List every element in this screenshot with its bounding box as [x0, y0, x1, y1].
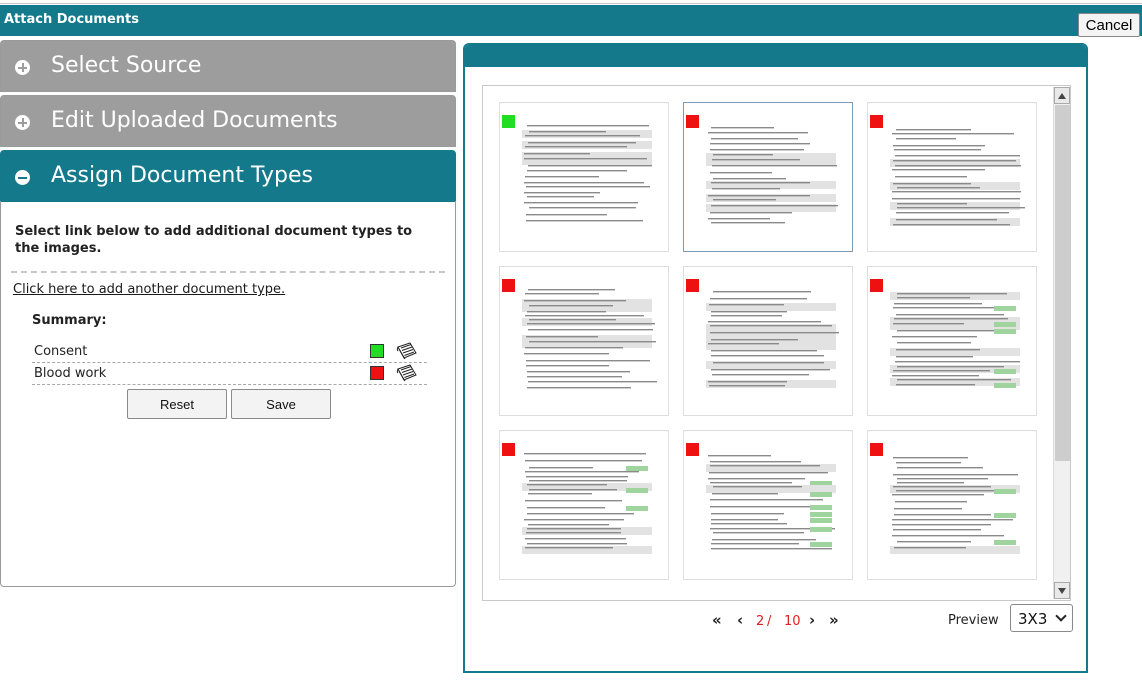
reset-button[interactable]: Reset	[127, 389, 227, 419]
cancel-button[interactable]: Cancel	[1078, 13, 1140, 37]
vertical-scrollbar[interactable]	[1053, 87, 1070, 599]
summary-row-blood-work: Blood work	[32, 363, 427, 385]
notepad-icon[interactable]	[396, 341, 418, 361]
summary-heading: Summary:	[32, 313, 107, 328]
page-thumbnail[interactable]	[867, 266, 1037, 416]
chevron-down-icon	[1055, 610, 1067, 622]
accordion-edit-uploaded-documents[interactable]: Edit Uploaded Documents	[0, 95, 456, 147]
page-thumbnail[interactable]	[867, 102, 1037, 252]
first-page-icon[interactable]: «	[712, 611, 722, 629]
page-thumbnail[interactable]	[499, 102, 669, 252]
minus-circle-icon	[15, 170, 30, 185]
accordion-assign-document-types[interactable]: Assign Document Types	[0, 150, 456, 202]
next-page-icon[interactable]: ›	[809, 611, 815, 629]
top-border	[0, 0, 1142, 4]
last-page-icon[interactable]: »	[829, 611, 839, 629]
save-button[interactable]: Save	[231, 389, 331, 419]
document-page-preview	[890, 292, 1020, 388]
document-page-preview	[706, 127, 838, 224]
page-thumbnail[interactable]	[867, 430, 1037, 580]
page-thumbnail[interactable]	[683, 102, 853, 252]
document-page-preview	[522, 289, 657, 389]
document-page-preview	[890, 129, 1025, 226]
preview-layout-value: 3X3	[1018, 610, 1048, 628]
preview-panel-header	[465, 45, 1086, 67]
window-title: Attach Documents	[4, 12, 140, 27]
document-page-preview	[522, 125, 652, 222]
document-type-marker	[502, 443, 515, 456]
page-thumbnail[interactable]	[683, 430, 853, 580]
preview-panel: « ‹ 2 / 10 › » Preview 3X3	[463, 43, 1088, 673]
document-type-marker	[870, 279, 883, 292]
plus-circle-icon	[15, 60, 30, 75]
document-type-color-swatch	[370, 366, 384, 380]
accordion-select-source[interactable]: Select Source	[0, 40, 456, 92]
page-thumbnail[interactable]	[683, 266, 853, 416]
document-page-preview	[890, 457, 1020, 554]
document-type-marker	[686, 443, 699, 456]
document-type-name: Consent	[34, 344, 88, 359]
document-type-name: Blood work	[34, 366, 107, 381]
preview-label: Preview	[948, 613, 999, 628]
summary-row-consent: Consent	[32, 341, 427, 363]
notepad-icon[interactable]	[396, 363, 418, 383]
accordion-label: Select Source	[51, 53, 202, 78]
accordion-label: Assign Document Types	[51, 163, 313, 188]
title-bar: Attach Documents Cancel	[0, 5, 1142, 37]
add-document-type-link[interactable]: Click here to add another document type.	[13, 282, 285, 297]
previous-page-icon[interactable]: ‹	[737, 611, 743, 629]
scroll-down-arrow-icon[interactable]	[1054, 582, 1070, 599]
document-type-marker	[870, 115, 883, 128]
total-pages: 10	[784, 614, 801, 629]
page-thumbnail[interactable]	[499, 430, 669, 580]
document-page-preview	[706, 291, 839, 388]
document-type-color-swatch	[370, 344, 384, 358]
instruction-text: Select link below to add additional docu…	[15, 224, 413, 256]
document-page-preview	[706, 455, 836, 550]
preview-layout-select[interactable]: 3X3	[1010, 604, 1073, 632]
document-type-marker	[502, 279, 515, 292]
thumbnail-grid	[482, 85, 1071, 601]
document-type-marker	[686, 115, 699, 128]
document-type-marker	[502, 115, 515, 128]
scroll-up-arrow-icon[interactable]	[1054, 87, 1070, 104]
current-page: 2	[756, 614, 765, 629]
accordion-label: Edit Uploaded Documents	[51, 108, 338, 133]
divider	[11, 271, 445, 273]
document-type-marker	[686, 279, 699, 292]
document-type-marker	[870, 443, 883, 456]
page-separator: /	[767, 614, 772, 629]
document-page-preview	[522, 453, 652, 554]
plus-circle-icon	[15, 115, 30, 130]
page-thumbnail[interactable]	[499, 266, 669, 416]
assign-document-types-panel: Select link below to add additional docu…	[0, 201, 456, 587]
scrollbar-thumb[interactable]	[1055, 105, 1070, 461]
